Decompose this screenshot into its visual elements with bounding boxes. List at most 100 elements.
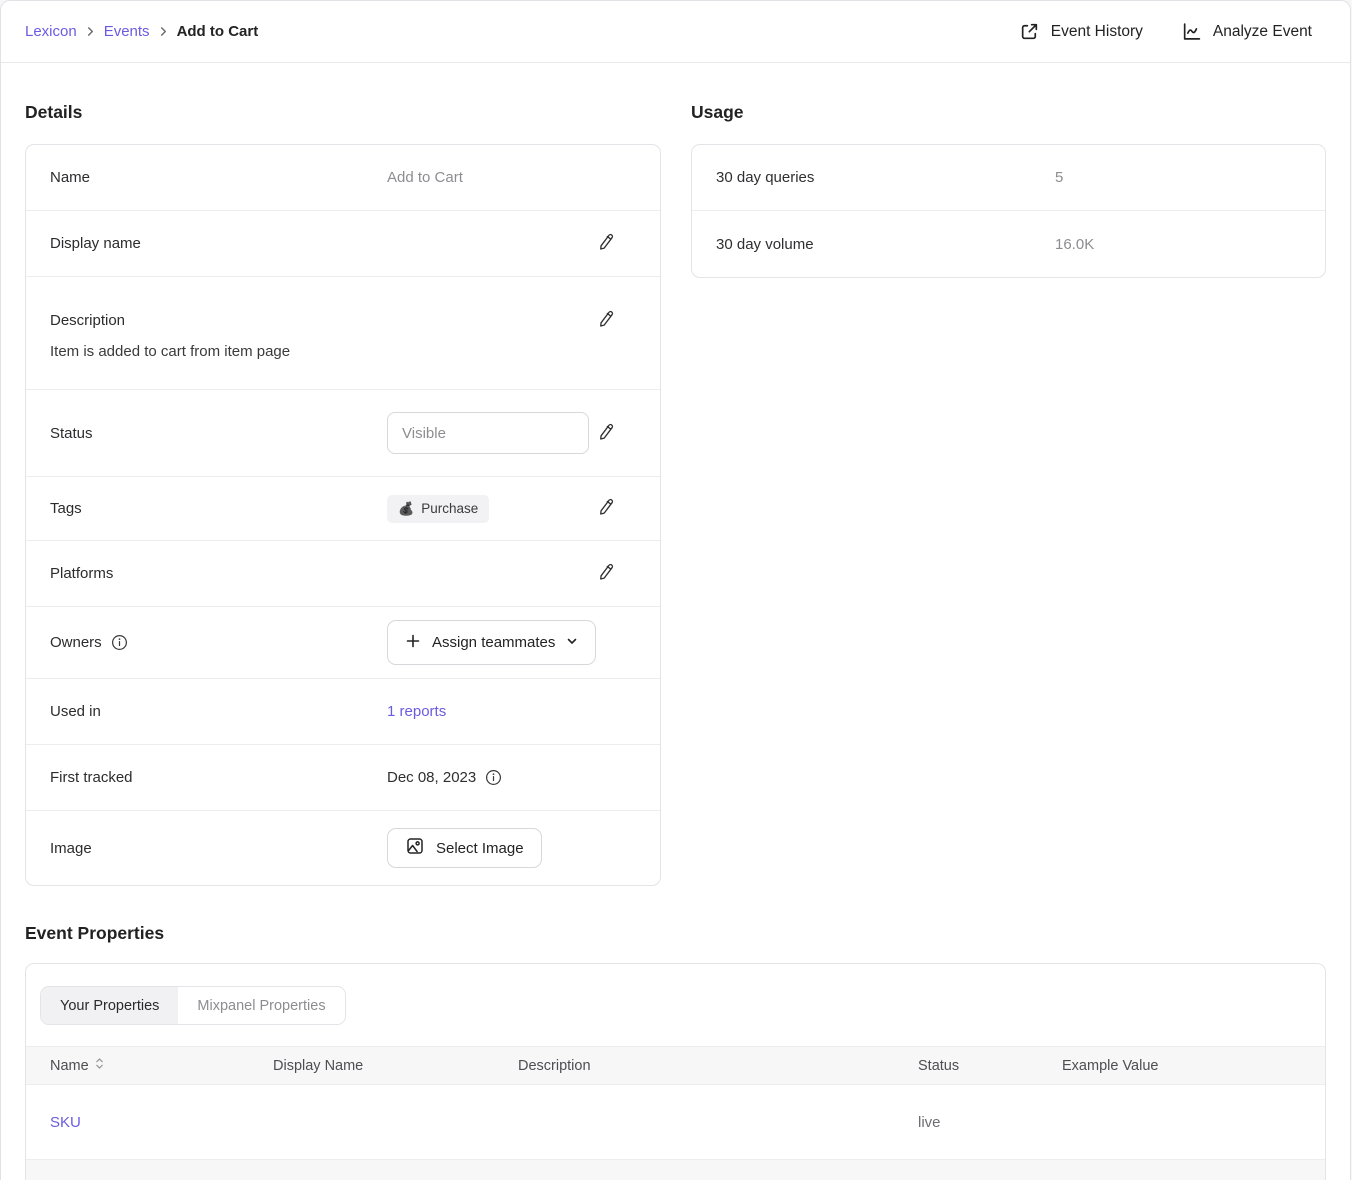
- status-label: Status: [50, 425, 387, 442]
- detail-row-first-tracked: First tracked Dec 08, 2023: [26, 745, 660, 811]
- select-image-label: Select Image: [436, 840, 524, 857]
- select-image-button[interactable]: Select Image: [387, 828, 542, 868]
- detail-row-display-name: Display name: [26, 211, 660, 277]
- column-header-display-name: Display Name: [273, 1047, 518, 1085]
- column-header-status: Status: [918, 1047, 1062, 1085]
- column-header-example-value: Example Value: [1062, 1047, 1325, 1085]
- external-link-icon: [1019, 21, 1040, 42]
- cell-display-name: [273, 1085, 518, 1160]
- breadcrumb: Lexicon Events Add to Cart: [25, 23, 258, 40]
- description-value: Item is added to cart from item page: [50, 342, 618, 362]
- edit-display-name-button[interactable]: [594, 230, 618, 257]
- pencil-icon: [596, 309, 616, 332]
- table-row: SKU live: [26, 1085, 1325, 1160]
- analyze-event-label: Analyze Event: [1213, 23, 1312, 41]
- usage-title: Usage: [691, 102, 1326, 123]
- cell-status: live: [918, 1085, 1062, 1160]
- cell-display-name: [273, 1160, 518, 1180]
- lexicon-event-detail-page: Lexicon Events Add to Cart Event Histo: [0, 0, 1351, 1180]
- display-name-label: Display name: [50, 235, 387, 252]
- detail-row-platforms: Platforms: [26, 541, 660, 607]
- usage-volume-label: 30 day volume: [716, 236, 1055, 253]
- details-section: Details Name Add to Cart Display name: [25, 63, 661, 886]
- pencil-icon: [596, 232, 616, 255]
- name-label: Name: [50, 169, 387, 186]
- usage-section: Usage 30 day queries 5 30 day volume 16.…: [691, 63, 1326, 278]
- properties-table: Name Display Name Description Status Exa…: [26, 1046, 1325, 1180]
- tab-mixpanel-properties[interactable]: Mixpanel Properties: [178, 987, 344, 1024]
- description-label: Description: [50, 312, 125, 329]
- breadcrumb-lexicon[interactable]: Lexicon: [25, 23, 77, 40]
- topbar-actions: Event History Analyze Event: [1019, 21, 1312, 42]
- detail-row-used-in: Used in 1 reports: [26, 679, 660, 745]
- usage-volume-value: 16.0K: [1055, 236, 1301, 253]
- owners-label: Owners: [50, 634, 102, 651]
- usage-row-volume: 30 day volume 16.0K: [692, 211, 1325, 277]
- assign-teammates-button[interactable]: Assign teammates: [387, 620, 596, 665]
- pencil-icon: [596, 562, 616, 585]
- usage-row-queries: 30 day queries 5: [692, 145, 1325, 211]
- first-tracked-value: Dec 08, 2023: [387, 769, 476, 786]
- edit-status-button[interactable]: [594, 420, 618, 447]
- breadcrumb-current-event: Add to Cart: [177, 23, 259, 40]
- pencil-icon: [596, 497, 616, 520]
- detail-row-name: Name Add to Cart: [26, 145, 660, 211]
- plus-icon: [405, 633, 421, 653]
- chevron-down-icon: [566, 634, 578, 651]
- chevron-right-icon: [159, 27, 168, 36]
- edit-description-button[interactable]: [594, 307, 618, 334]
- details-title: Details: [25, 102, 661, 123]
- edit-platforms-button[interactable]: [594, 560, 618, 587]
- sort-icon: [95, 1057, 104, 1074]
- usage-queries-value: 5: [1055, 169, 1301, 186]
- event-history-label: Event History: [1051, 23, 1143, 41]
- detail-row-status: Status: [26, 390, 660, 477]
- assign-teammates-label: Assign teammates: [432, 634, 555, 651]
- tag-purchase: 💰 Purchase: [387, 495, 489, 523]
- used-in-reports-link[interactable]: 1 reports: [387, 703, 446, 720]
- breadcrumb-events[interactable]: Events: [104, 23, 150, 40]
- owners-info-icon[interactable]: [111, 634, 128, 651]
- image-icon: [405, 836, 425, 860]
- cell-status: live: [918, 1160, 1062, 1180]
- edit-tags-button[interactable]: [594, 495, 618, 522]
- image-label: Image: [50, 840, 387, 857]
- detail-row-image: Image Select Image: [26, 811, 660, 885]
- cell-description: [518, 1085, 918, 1160]
- chevron-right-icon: [86, 27, 95, 36]
- cell-description: [518, 1160, 918, 1180]
- name-value: Add to Cart: [387, 169, 463, 186]
- analyze-event-button[interactable]: Analyze Event: [1181, 21, 1312, 42]
- first-tracked-label: First tracked: [50, 769, 387, 786]
- pencil-icon: [596, 422, 616, 445]
- properties-tabs: Your Properties Mixpanel Properties: [26, 964, 1325, 1046]
- money-bag-icon: 💰: [398, 501, 414, 517]
- event-properties-title: Event Properties: [25, 923, 1326, 944]
- usage-queries-label: 30 day queries: [716, 169, 1055, 186]
- detail-row-owners: Owners Assign teammates: [26, 607, 660, 679]
- event-history-button[interactable]: Event History: [1019, 21, 1143, 42]
- first-tracked-info-icon[interactable]: [485, 769, 502, 786]
- tab-your-properties[interactable]: Your Properties: [41, 987, 178, 1024]
- status-input[interactable]: [387, 412, 589, 454]
- detail-row-description: Description Item is added to cart from i…: [26, 277, 660, 390]
- property-link-sku[interactable]: SKU: [50, 1114, 81, 1131]
- properties-table-header-row: Name Display Name Description Status Exa…: [26, 1047, 1325, 1085]
- details-card: Name Add to Cart Display name: [25, 144, 661, 886]
- usage-card: 30 day queries 5 30 day volume 16.0K: [691, 144, 1326, 278]
- page-content: Details Name Add to Cart Display name: [1, 63, 1350, 1180]
- topbar: Lexicon Events Add to Cart Event Histo: [1, 1, 1350, 63]
- table-row: Scroll % live: [26, 1160, 1325, 1180]
- tag-label: Purchase: [421, 501, 478, 516]
- event-properties-card: Your Properties Mixpanel Properties Name: [25, 963, 1326, 1180]
- line-chart-icon: [1181, 21, 1202, 42]
- cell-example-value: [1062, 1160, 1325, 1180]
- used-in-label: Used in: [50, 703, 387, 720]
- tags-label: Tags: [50, 500, 387, 517]
- platforms-label: Platforms: [50, 565, 387, 582]
- cell-example-value: [1062, 1085, 1325, 1160]
- detail-row-tags: Tags 💰 Purchase: [26, 477, 660, 541]
- column-header-name[interactable]: Name: [50, 1057, 104, 1074]
- event-properties-section: Event Properties Your Properties Mixpane…: [25, 923, 1326, 1180]
- column-header-description: Description: [518, 1047, 918, 1085]
